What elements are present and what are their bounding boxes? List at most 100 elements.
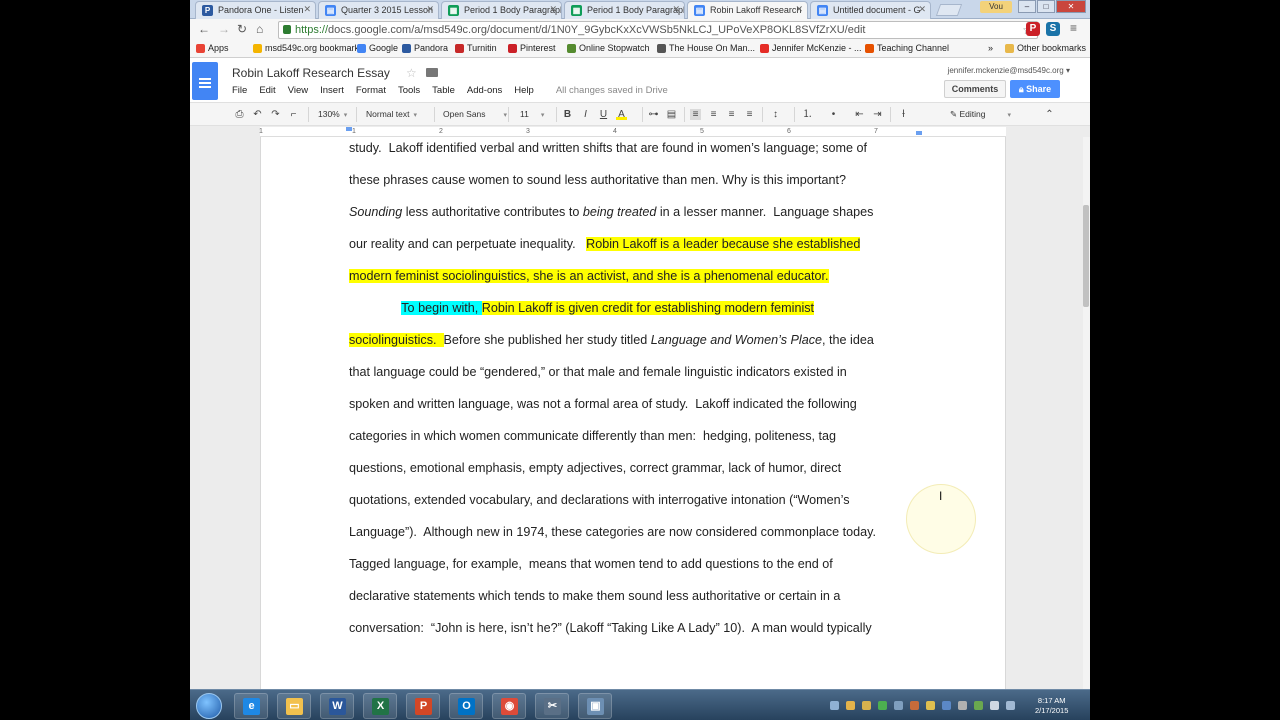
paint-format-icon[interactable]: ⌐	[288, 109, 299, 120]
numbered-list-icon[interactable]: ⒈	[802, 109, 813, 120]
taskbar-outlook[interactable]: O	[449, 693, 483, 719]
vertical-scrollbar[interactable]	[1083, 137, 1090, 689]
address-bar[interactable]: https://docs.google.com/a/msd549c.org/do…	[278, 21, 1038, 39]
tray-icon[interactable]	[878, 701, 887, 710]
bulleted-list-icon[interactable]: •	[828, 109, 839, 120]
taskbar-excel[interactable]: X	[363, 693, 397, 719]
close-window-button[interactable]: ✕	[1056, 0, 1086, 13]
collapse-menus-icon[interactable]: ⌃	[1044, 109, 1055, 120]
tray-icon[interactable]	[958, 701, 967, 710]
browser-tab[interactable]: ▦ Period 1 Body Paragraph ✕	[564, 1, 685, 19]
increase-indent-icon[interactable]: ⇥	[872, 109, 883, 120]
document-title[interactable]: Robin Lakoff Research Essay	[232, 66, 390, 80]
browser-tab[interactable]: ▤ Quarter 3 2015 Lesson ✕	[318, 1, 439, 19]
system-clock[interactable]: 8:17 AM 2/17/2015	[1035, 696, 1068, 716]
schoology-extension-icon[interactable]: S	[1046, 22, 1060, 36]
bookmark-item[interactable]: Online Stopwatch	[567, 43, 650, 53]
close-tab-icon[interactable]: ✕	[303, 4, 311, 15]
close-tab-icon[interactable]: ✕	[918, 4, 926, 15]
star-icon[interactable]: ☆	[406, 66, 417, 80]
chrome-menu-icon[interactable]: ≡	[1070, 21, 1077, 35]
zoom-select[interactable]: 130% ▾	[318, 108, 347, 122]
scrollbar-thumb[interactable]	[1083, 205, 1089, 307]
share-button[interactable]: 🔒︎ Share	[1010, 80, 1060, 98]
taskbar-powerpoint[interactable]: P	[406, 693, 440, 719]
action-center-icon[interactable]	[1006, 701, 1015, 710]
style-select[interactable]: Normal text ▾	[366, 108, 417, 122]
line-spacing-icon[interactable]: ↕	[770, 109, 781, 120]
bold-icon[interactable]: B	[562, 109, 573, 120]
redo-icon[interactable]: ↷	[270, 109, 281, 120]
close-tab-icon[interactable]: ✕	[426, 4, 434, 15]
italic-icon[interactable]: I	[580, 109, 591, 120]
taskbar-snipping-tool[interactable]: ✂	[535, 693, 569, 719]
bookmark-item[interactable]: Google	[357, 43, 398, 53]
bookmark-item[interactable]: Pinterest	[508, 43, 556, 53]
menu-insert[interactable]: Insert	[320, 85, 344, 96]
align-right-icon[interactable]: ≡	[726, 109, 737, 120]
taskbar-word[interactable]: W	[320, 693, 354, 719]
tray-icon[interactable]	[942, 701, 951, 710]
taskbar-internet-explorer[interactable]: e	[234, 693, 268, 719]
bookmark-item[interactable]: Pandora	[402, 43, 448, 53]
bookmark-item[interactable]: Turnitin	[455, 43, 497, 53]
account-email[interactable]: jennifer.mckenzie@msd549c.org ▾	[948, 66, 1070, 75]
print-icon[interactable]: ⎙	[234, 109, 245, 120]
folder-icon[interactable]	[426, 68, 438, 77]
network-icon[interactable]	[974, 701, 983, 710]
browser-tab[interactable]: ▤ Robin Lakoff Research ✕	[687, 1, 808, 19]
more-bookmarks-chevron[interactable]: »	[988, 43, 993, 53]
underline-icon[interactable]: U	[598, 109, 609, 120]
decrease-indent-icon[interactable]: ⇤	[854, 109, 865, 120]
menu-file[interactable]: File	[232, 85, 247, 96]
document-page[interactable]: study. Lakoff identified verbal and writ…	[260, 137, 1006, 697]
tray-icon[interactable]	[846, 701, 855, 710]
new-tab-button[interactable]	[935, 4, 963, 16]
tray-icon[interactable]	[862, 701, 871, 710]
maximize-button[interactable]: □	[1037, 0, 1055, 13]
minimize-button[interactable]: –	[1018, 0, 1036, 13]
close-tab-icon[interactable]: ✕	[672, 4, 680, 15]
browser-tab[interactable]: ▤ Untitled document - G ✕	[810, 1, 931, 19]
font-select[interactable]: Open Sans ▾	[443, 108, 507, 122]
font-size-select[interactable]: 11 ▾	[520, 108, 544, 122]
menu-view[interactable]: View	[288, 85, 308, 96]
browser-tab[interactable]: ▦ Period 1 Body Paragraph ✕	[441, 1, 562, 19]
volume-icon[interactable]	[990, 701, 999, 710]
tray-icon[interactable]	[910, 701, 919, 710]
bookmark-item[interactable]: The House On Man...	[657, 43, 755, 53]
back-icon[interactable]: ←	[198, 22, 210, 36]
align-left-icon[interactable]: ≡	[690, 109, 701, 120]
taskbar-chrome[interactable]: ◉	[492, 693, 526, 719]
start-button[interactable]	[196, 693, 222, 719]
taskbar-file-explorer[interactable]: ▭	[277, 693, 311, 719]
reload-icon[interactable]: ↻	[237, 22, 247, 36]
right-indent-marker[interactable]	[916, 131, 922, 135]
comment-icon[interactable]: ▤	[666, 109, 677, 120]
bookmark-item[interactable]: Teaching Channel	[865, 43, 949, 53]
tray-icon[interactable]	[830, 701, 839, 710]
bookmark-item[interactable]: Apps	[196, 43, 229, 53]
ruler[interactable]: 1 1 2 3 4 5 6 7	[259, 127, 1006, 137]
pinterest-extension-icon[interactable]: P	[1026, 22, 1040, 36]
menu-format[interactable]: Format	[356, 85, 386, 96]
link-icon[interactable]: ⊶	[648, 109, 659, 120]
user-chip[interactable]: Vou	[980, 1, 1012, 13]
justify-icon[interactable]: ≡	[744, 109, 755, 120]
forward-icon[interactable]: →	[218, 22, 230, 36]
menu-table[interactable]: Table	[432, 85, 455, 96]
tray-icon[interactable]	[926, 701, 935, 710]
menu-tools[interactable]: Tools	[398, 85, 420, 96]
editing-mode-select[interactable]: ✎ Editing ▾	[950, 108, 1011, 122]
clear-formatting-icon[interactable]: Ɨ	[898, 109, 909, 120]
taskbar-screen-recorder[interactable]: ▣	[578, 693, 612, 719]
menu-addons[interactable]: Add-ons	[467, 85, 502, 96]
undo-icon[interactable]: ↶	[252, 109, 263, 120]
menu-help[interactable]: Help	[514, 85, 534, 96]
align-center-icon[interactable]: ≡	[708, 109, 719, 120]
home-icon[interactable]: ⌂	[256, 22, 263, 36]
close-tab-icon[interactable]: ✕	[795, 4, 803, 15]
docs-home-icon[interactable]	[192, 62, 218, 100]
bookmark-item[interactable]: msd549c.org bookmarks	[253, 43, 364, 53]
close-tab-icon[interactable]: ✕	[549, 4, 557, 15]
